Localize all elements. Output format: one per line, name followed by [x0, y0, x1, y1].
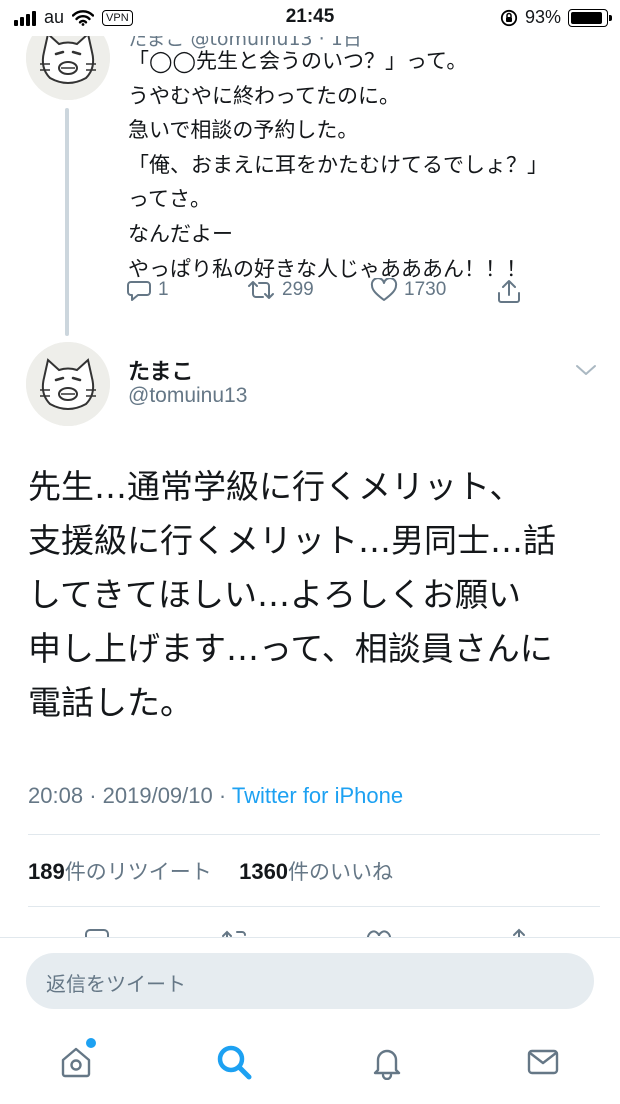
reply-icon: [127, 281, 151, 301]
notifications-icon: [373, 1049, 401, 1080]
retweets-value: 189: [28, 859, 65, 884]
text-line: 申し上げます…って、相談員さんに: [28, 629, 553, 668]
status-bar: au VPN 21:45 93%: [0, 0, 620, 36]
text-line: 急いで相談の予約した。: [128, 118, 359, 143]
text-line: 「俺、おまえに耳をかたむけてるでしょ？」: [128, 152, 548, 177]
tab-search[interactable]: [210, 1038, 258, 1086]
text-line: 先生…通常学級に行くメリット、: [28, 467, 523, 506]
divider: [28, 906, 600, 907]
battery-percent: 93%: [524, 7, 561, 27]
separator: ·: [218, 783, 232, 808]
retweets-stat[interactable]: 189件のリツイート: [28, 859, 212, 884]
share-icon: [498, 280, 520, 303]
parent-tweet-text[interactable]: 「◯◯先生と会うのいつ？」って。 うやむやに終わってたのに。 急いで相談の予約し…: [128, 44, 598, 286]
tweet-source-link[interactable]: Twitter for iPhone: [232, 783, 403, 808]
text-line: してきてほしい…よろしくお願い: [28, 575, 522, 614]
messages-icon: [527, 1049, 559, 1075]
text-line: 支援級に行くメリット…男同士…話: [28, 521, 556, 560]
separator: ·: [89, 783, 103, 808]
battery-icon: [568, 8, 612, 27]
retweet-count: 299: [282, 279, 314, 300]
likes-stat[interactable]: 1360件のいいね: [239, 859, 394, 884]
retweets-label: 件のリツイート: [64, 860, 212, 884]
reply-count: 1: [158, 279, 169, 300]
reply-compose-box[interactable]: 返信をツイート: [26, 953, 594, 1009]
text-line: やっぱり私の好きな人じゃあああん！！！: [128, 256, 527, 281]
main-tweet-text: 先生…通常学級に行くメリット、 支援級に行くメリット…男同士…話 してきてほしい…: [28, 460, 603, 730]
tweet-metadata: 20:08 · 2019/09/10 · Twitter for iPhone: [28, 783, 403, 809]
likes-value: 1360: [239, 859, 289, 884]
like-action[interactable]: 1730: [370, 278, 446, 302]
notification-dot: [84, 1036, 98, 1050]
reply-action[interactable]: 1: [126, 278, 169, 302]
text-line: うやむやに終わってたのに。: [128, 83, 400, 108]
main-avatar[interactable]: [26, 342, 110, 426]
text-line: ってさ。: [128, 187, 211, 212]
retweet-action[interactable]: 299: [246, 278, 314, 302]
status-right: 93%: [500, 7, 612, 28]
divider: [28, 834, 600, 835]
tweet-date: 2019/09/10: [102, 783, 213, 808]
tab-notifications[interactable]: [363, 1038, 411, 1086]
user-handle[interactable]: @tomuinu13: [128, 384, 247, 408]
search-icon: [217, 1045, 252, 1080]
text-line: なんだよー: [128, 221, 233, 246]
share-action[interactable]: [496, 278, 522, 304]
like-count: 1730: [404, 279, 447, 300]
text-line: 「◯◯先生と会うのいつ？」って。: [128, 49, 468, 73]
reply-placeholder: 返信をツイート: [46, 972, 186, 996]
display-name[interactable]: たまこ: [128, 354, 193, 386]
tweet-time: 20:08: [28, 783, 84, 808]
engagement-counts: 189件のリツイート 1360件のいいね: [28, 856, 393, 886]
likes-label: 件のいいね: [288, 860, 394, 884]
rotation-lock-icon: [500, 9, 518, 26]
heart-icon: [370, 278, 398, 301]
tab-messages[interactable]: [519, 1038, 567, 1086]
thread-connector: [65, 108, 69, 336]
text-line: 電話した。: [28, 683, 193, 722]
retweet-icon: [248, 281, 274, 299]
chevron-down-icon[interactable]: [574, 362, 598, 378]
